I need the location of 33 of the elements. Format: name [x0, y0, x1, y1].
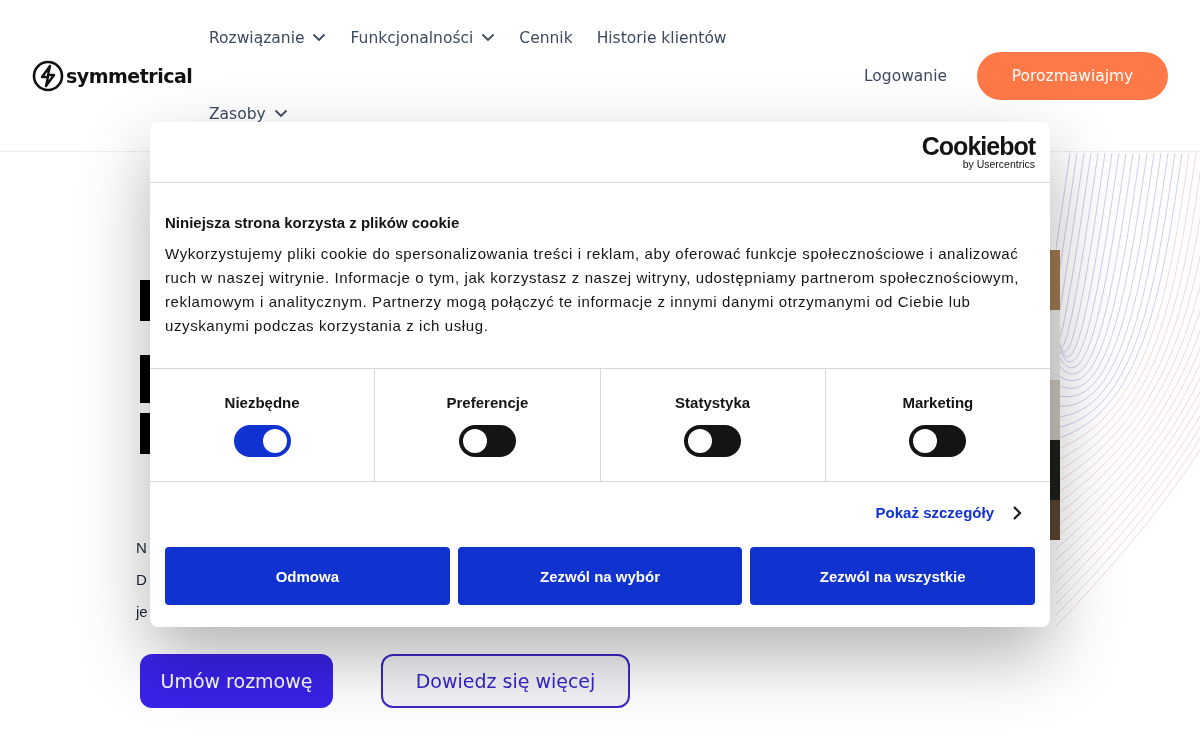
toggle-switch[interactable]	[458, 425, 516, 457]
heading-fragment	[140, 355, 150, 403]
details-link[interactable]: Pokaż szczegóły	[875, 504, 1035, 521]
learn-more-button[interactable]: Dowiedz się więcej	[381, 654, 630, 708]
cookiebot-logo: Cookiebot by Usercentrics	[921, 134, 1035, 170]
heading-fragment	[140, 280, 150, 321]
consent-button[interactable]: Odmowa	[165, 547, 450, 605]
nav-item[interactable]: Funkcjonalności	[350, 0, 496, 76]
consent-button[interactable]: Zezwól na wszystkie	[750, 547, 1035, 605]
toggle-switch[interactable]	[909, 425, 967, 457]
logo-wordmark: symmetrical	[66, 64, 193, 87]
login-link[interactable]: Logowanie	[864, 66, 947, 85]
toggle-switch[interactable]	[233, 425, 291, 457]
dialog-text: Wykorzystujemy pliki cookie do spersonalizowania treści i reklam, aby oferować funkcje społecznościowe i analizować ruch w naszej witrynie. Informacje o tym, jak korzystasz z naszej witryny, udostępniamy partnerom społecznościowym, reklamowym i analitycznym. Partnerzy mogą połączyć te informacje z innymi danymi otrzymanymi od Ciebie lub uzyskanymi podczas korzystania z ich usług.	[165, 244, 1020, 336]
category-label: Preferencje	[446, 394, 529, 411]
nav-item[interactable]: Rozwiązanie	[209, 0, 327, 76]
dialog-title: Niniejsza strona korzysta z plików cookie	[165, 214, 461, 231]
paragraph-fragment: je	[136, 602, 148, 622]
chevron-right-icon	[1012, 504, 1022, 521]
category-label: Marketing	[902, 394, 974, 411]
lightning-bolt-icon	[32, 59, 64, 92]
book-call-button[interactable]: Umów rozmowę	[140, 654, 333, 708]
heading-fragment	[140, 413, 150, 454]
category-label: Niezbędne	[224, 394, 300, 411]
category-label: Statystyka	[675, 394, 751, 411]
consent-button[interactable]: Zezwól na wybór	[457, 547, 743, 605]
nav-item[interactable]: Historie klientów	[596, 0, 727, 76]
logo[interactable]: symmetrical	[32, 59, 209, 92]
nav-item[interactable]: Cennik	[519, 0, 573, 76]
paragraph-fragment: D	[136, 570, 147, 590]
paragraph-fragment: N	[136, 538, 147, 558]
nav-item[interactable]: Zasoby	[209, 75, 288, 152]
toggle-switch[interactable]	[684, 425, 742, 457]
